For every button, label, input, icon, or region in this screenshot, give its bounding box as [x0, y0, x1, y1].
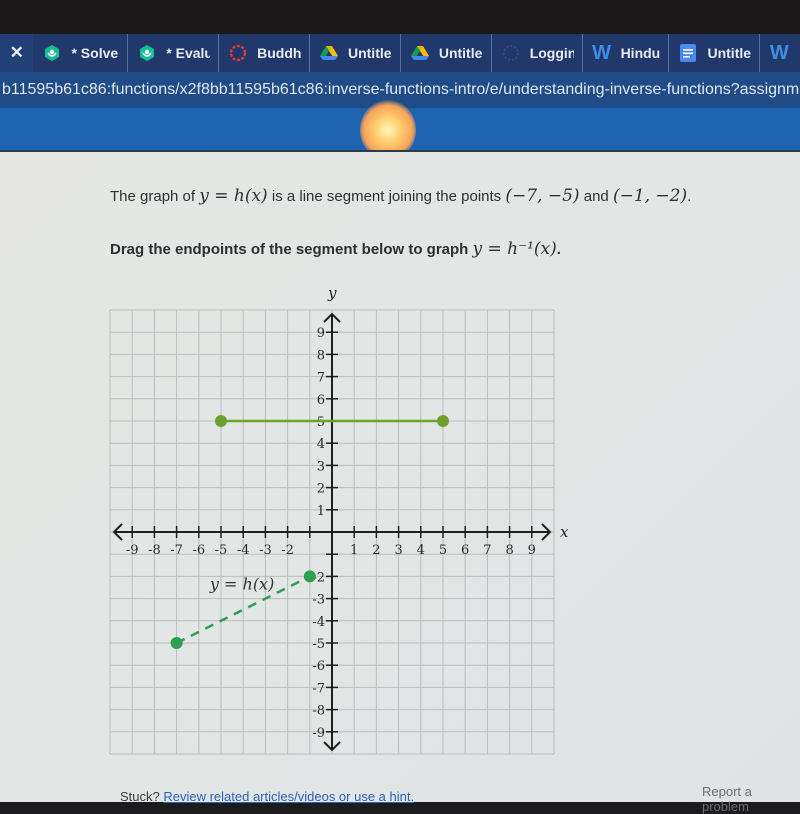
- close-tab-button[interactable]: ✕: [0, 34, 34, 72]
- y-tick-label: 5: [317, 415, 325, 430]
- browser-tab-bar: ✕ * Solve * Evalu Buddhi Untitled Untitl…: [0, 34, 800, 72]
- khan-academy-icon: [138, 44, 156, 62]
- y-tick-label: -6: [312, 659, 325, 674]
- tab-untitled-drive-1[interactable]: Untitled: [310, 34, 401, 72]
- report-problem-link[interactable]: Report a problem: [702, 784, 800, 814]
- tab-untitled-drive-2[interactable]: Untitled: [401, 34, 492, 72]
- y-tick-label: -5: [312, 637, 325, 652]
- wikipedia-w-icon: W: [769, 41, 789, 64]
- x-tick-label: 1: [350, 543, 358, 558]
- x-tick-label: -7: [170, 543, 183, 558]
- y-tick-label: -3: [312, 593, 325, 608]
- x-axis-label: x: [560, 523, 569, 541]
- loading-icon: [502, 44, 520, 62]
- draggable-endpoint[interactable]: [437, 415, 449, 427]
- question-line-2: Drag the endpoints of the segment below …: [110, 239, 561, 259]
- y-tick-label: -4: [312, 615, 325, 630]
- close-icon: ✕: [9, 43, 24, 62]
- tab-hinduism[interactable]: W Hinduis: [583, 34, 670, 72]
- khan-academy-icon: [43, 44, 61, 62]
- wikipedia-w-icon: W: [592, 41, 612, 64]
- draggable-endpoint[interactable]: [215, 415, 227, 427]
- y-tick-label: 7: [317, 371, 325, 386]
- y-tick-label: 4: [317, 437, 325, 452]
- axis-ticks: -9 -8 -7 -6 -5 -4 -3 -2 1 2 3 4 5 6 7 8 9987654321-2-3-4…: [126, 326, 536, 741]
- tab-solve[interactable]: * Solve: [33, 34, 129, 72]
- hint-link[interactable]: Review related articles/videos or use a …: [163, 789, 414, 804]
- y-tick-label: 3: [317, 459, 325, 474]
- ring-icon: [229, 44, 247, 62]
- x-tick-label: 8: [505, 543, 513, 558]
- coordinate-plane[interactable]: -9 -8 -7 -6 -5 -4 -3 -2 1 2 3 4 5 6 7 8 9987654321-2-3-4…: [100, 280, 570, 760]
- x-tick-label: 6: [461, 543, 469, 558]
- tab-evaluate[interactable]: * Evalu: [128, 34, 220, 72]
- x-tick-label: 5: [439, 543, 447, 558]
- x-tick-label: 3: [394, 543, 402, 558]
- y-tick-label: 2: [317, 482, 325, 497]
- google-docs-icon: [679, 44, 697, 62]
- y-tick-label: -7: [312, 681, 325, 696]
- y-tick-label: 9: [317, 326, 325, 341]
- y-tick-label: -8: [312, 704, 325, 719]
- equation-h: y = h(x): [199, 186, 268, 206]
- x-tick-label: -8: [148, 543, 161, 558]
- equation-h-inverse: y = h⁻¹(x): [472, 239, 557, 259]
- x-tick-label: -2: [281, 543, 294, 558]
- x-tick-label: -5: [215, 543, 228, 558]
- url-text: b11595b61c86:functions/x2f8bb11595b61c86…: [2, 81, 800, 98]
- h-endpoint: [170, 637, 183, 649]
- y-tick-label: 1: [317, 504, 325, 519]
- point-2: (−1, −2): [612, 186, 688, 206]
- question-line-1: The graph of y = h(x) is a line segment …: [110, 186, 692, 206]
- tab-untitled-docs[interactable]: Untitled: [669, 34, 761, 72]
- tab-wikipedia[interactable]: W: [760, 34, 800, 72]
- google-drive-icon: [319, 44, 338, 62]
- x-tick-label: 2: [372, 543, 380, 558]
- google-drive-icon: [410, 44, 429, 62]
- x-tick-label: 9: [528, 543, 536, 558]
- y-tick-label: -9: [312, 726, 325, 741]
- y-tick-label: 8: [317, 348, 325, 363]
- screen-bezel: [0, 0, 800, 34]
- axes: [112, 312, 552, 752]
- x-tick-label: -3: [259, 543, 272, 558]
- x-tick-label: -9: [126, 543, 139, 558]
- x-tick-label: 4: [417, 543, 425, 558]
- y-axis-label: y: [327, 284, 337, 302]
- x-tick-label: -4: [237, 543, 250, 558]
- x-tick-label: 7: [483, 543, 491, 558]
- y-tick-label: 6: [317, 393, 325, 408]
- hint-footer: Stuck? Review related articles/videos or…: [120, 789, 415, 804]
- tab-buddhism[interactable]: Buddhi: [219, 34, 310, 72]
- h-of-x-label: y = h(x): [209, 575, 274, 594]
- x-tick-label: -6: [192, 543, 205, 558]
- tab-logging[interactable]: Logging: [492, 34, 583, 72]
- h-endpoint: [303, 570, 316, 583]
- point-1: (−7, −5): [505, 186, 580, 206]
